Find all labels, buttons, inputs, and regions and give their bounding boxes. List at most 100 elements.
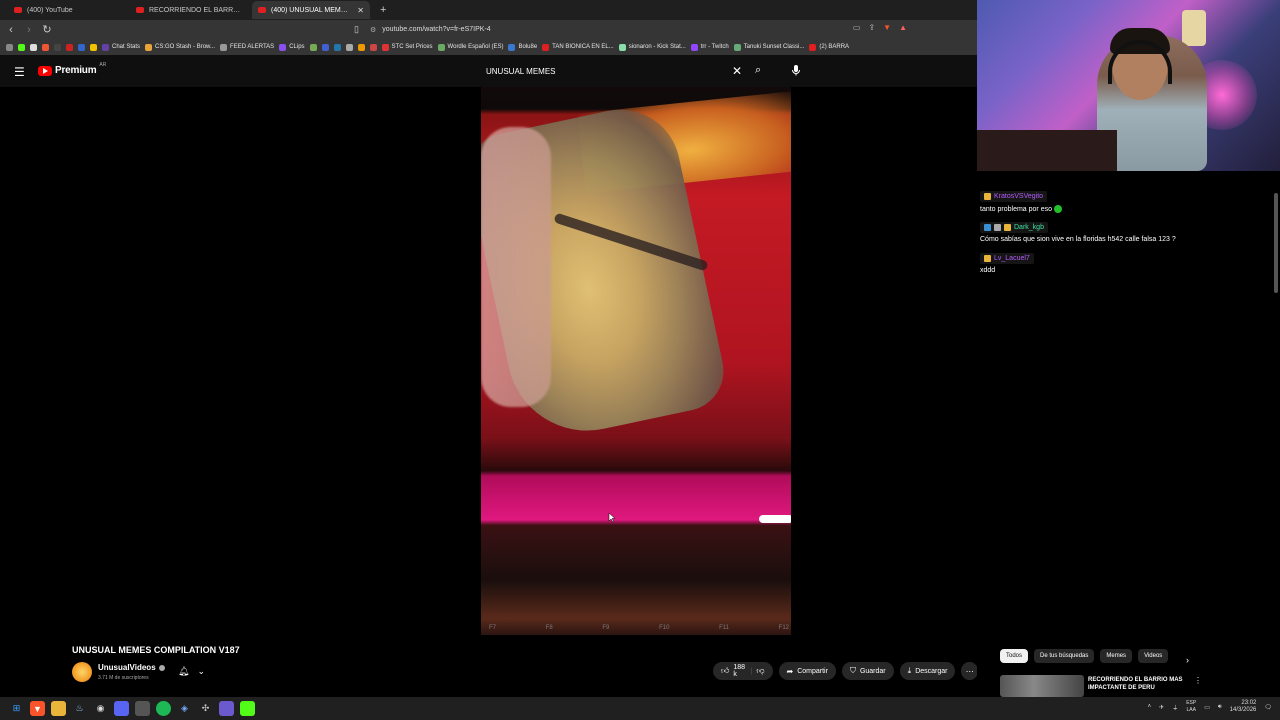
bookmark-tanuki-sunset[interactable]: Tanuki Sunset Classi... — [733, 43, 804, 51]
video-player[interactable]: F7 F8 F9 F10 F11 F12 — [0, 87, 977, 635]
obs-icon[interactable]: ◉ — [93, 701, 108, 716]
bookmark-tan-bionica[interactable]: TAN BIONICA EN EL... — [542, 43, 614, 51]
chat-scrollbar[interactable] — [1274, 173, 1278, 693]
thumbs-down-icon[interactable]: 👎︎ — [756, 666, 764, 676]
more-vertical-icon[interactable]: ⋮ — [1194, 676, 1202, 685]
file-explorer-icon[interactable] — [51, 701, 66, 716]
video-frame[interactable]: F7 F8 F9 F10 F11 F12 — [481, 87, 791, 635]
menu-icon[interactable]: ☰ — [14, 65, 25, 79]
windows-start-icon[interactable]: ⊞ — [9, 701, 24, 716]
share-icon[interactable]: ⇪ — [868, 23, 875, 32]
chip-videos[interactable]: Videos — [1138, 649, 1169, 663]
tray-app-icon[interactable]: ✈ — [1159, 704, 1164, 711]
tray-usb-icon[interactable]: ⏚ — [1172, 703, 1178, 712]
volume-icon[interactable]: 🔊︎ — [1218, 704, 1222, 711]
bookmark-favicon-icon[interactable] — [357, 43, 365, 51]
bookmark-favicon-icon[interactable] — [333, 43, 341, 51]
download-button[interactable]: ⤓ Descargar — [899, 662, 956, 680]
back-icon[interactable]: ‹ — [4, 24, 18, 36]
search-icon[interactable]: ⌕ — [755, 64, 761, 77]
brave-shields-icon[interactable]: ▼ — [883, 23, 891, 32]
share-button[interactable]: ➦ Compartir — [778, 662, 836, 680]
spotify-icon[interactable] — [156, 701, 171, 716]
recommended-title[interactable]: RECORRIENDO EL BARRIO MAS IMPACTANTE DE … — [1088, 676, 1188, 692]
mouse-cursor-icon — [608, 513, 616, 523]
close-tab-icon[interactable]: ✕ — [357, 6, 364, 15]
chip-memes[interactable]: Memes — [1100, 649, 1133, 663]
notification-icon[interactable]: 🗨︎ — [1264, 704, 1272, 711]
youtube-header: ☰ Premium AR ✕ ⌕ — [0, 55, 977, 87]
bookmark-favicon-icon[interactable] — [30, 43, 37, 51]
app-icon[interactable]: ◈ — [177, 701, 192, 716]
bookmark-icon[interactable]: ▯ — [354, 24, 359, 35]
brave-browser-icon[interactable]: ▼ — [30, 701, 45, 716]
chat-username[interactable]: Lv_Lacuel7 — [980, 253, 1034, 264]
thumbs-up-icon[interactable]: 👍︎ — [721, 666, 729, 676]
app-icon[interactable] — [135, 701, 150, 716]
discord-icon[interactable] — [114, 701, 129, 716]
bookmark-feed-alertas[interactable]: FEED ALERTAS — [220, 43, 274, 51]
microphone-icon[interactable] — [790, 64, 802, 76]
bookmark-favicon-icon[interactable] — [345, 43, 353, 51]
bookmark-favicon-icon[interactable] — [42, 43, 49, 51]
youtube-favicon-icon — [258, 7, 266, 13]
app-icon[interactable]: ✣ — [198, 701, 213, 716]
bell-icon: 🔔︎ — [178, 666, 190, 676]
channel-name[interactable]: UnusualVideos — [98, 663, 165, 672]
bookmark-favicon-icon[interactable] — [321, 43, 329, 51]
bookmark-twitch[interactable]: trr - Twitch — [690, 43, 729, 51]
bookmark-wordle[interactable]: Wordle Español (ES) — [437, 43, 503, 51]
language-indicator[interactable]: ESP LAA — [1186, 700, 1196, 714]
chat-username[interactable]: Dark_kgb — [980, 222, 1048, 233]
new-tab-icon[interactable]: + — [374, 4, 392, 16]
youtube-premium-logo[interactable]: Premium AR — [38, 62, 106, 76]
more-actions-icon[interactable]: ⋯ — [961, 662, 978, 680]
brave-rewards-icon[interactable]: ▲ — [899, 23, 907, 32]
cast-icon[interactable]: ▭ — [853, 23, 861, 32]
bookmark-favicon-icon[interactable] — [66, 43, 73, 51]
forward-icon[interactable]: › — [22, 24, 36, 36]
search-input[interactable] — [480, 61, 730, 81]
bookmark-favicon-icon[interactable] — [54, 43, 61, 51]
chat-username[interactable]: KratosVSVegito — [980, 191, 1048, 202]
bookmark-chat-stats[interactable]: Chat Stats — [102, 43, 140, 51]
bookmark-stc-set-prices[interactable]: STC Set Prices — [381, 43, 433, 51]
bookmark-barra[interactable]: (2) BARRA — [809, 43, 849, 51]
channel-avatar[interactable] — [72, 662, 92, 682]
stream-chat: KratosVSVegito tanto problema por eso Da… — [977, 171, 1280, 700]
bookmark-kick-stats[interactable]: sionaron - Kick Stat... — [618, 43, 686, 51]
bookmark-favicon-icon[interactable] — [369, 43, 377, 51]
scrollbar-thumb[interactable] — [1274, 193, 1278, 293]
chip-all[interactable]: Todos — [1000, 649, 1029, 663]
kick-icon[interactable] — [18, 43, 25, 51]
bookmark-favicon-icon[interactable] — [90, 43, 97, 51]
network-icon[interactable]: ▭ — [1204, 704, 1210, 711]
app-icon[interactable] — [219, 701, 234, 716]
kick-app-icon[interactable] — [240, 701, 255, 716]
sub-badge-icon — [984, 193, 991, 200]
apps-icon[interactable] — [6, 43, 13, 51]
chevron-right-icon[interactable]: › — [1186, 655, 1189, 665]
tab-youtube-home[interactable]: (400) YouTube — [8, 1, 126, 19]
address-bar[interactable]: ⚙ youtube.com/watch?v=fr-eS7IPK-4 — [370, 22, 900, 37]
feed-alertas-icon — [220, 43, 228, 51]
clock[interactable]: 23:02 14/3/2026 — [1230, 700, 1257, 714]
bookmark-csgo-stash[interactable]: CS:GO Stash - Brow... — [145, 43, 215, 51]
save-button[interactable]: ⛉ Guardar — [841, 662, 894, 680]
tray-chevron-icon[interactable]: ˄ — [1148, 704, 1152, 710]
bookmark-boludle[interactable]: Bolu8e — [508, 43, 537, 51]
chip-from-searches[interactable]: De tus búsquedas — [1034, 649, 1095, 663]
search-box: ✕ — [480, 60, 750, 82]
steam-icon[interactable]: ♨ — [72, 701, 87, 716]
bookmark-favicon-icon[interactable] — [78, 43, 85, 51]
subscription-bell-button[interactable]: 🔔︎ ⌄ — [178, 666, 205, 677]
tab-unusual-memes[interactable]: (400) UNUSUAL MEMES COMPIL ✕ — [252, 1, 370, 19]
recommended-thumbnail[interactable] — [1000, 675, 1084, 697]
reload-icon[interactable]: ↻ — [40, 23, 54, 36]
site-info-icon[interactable]: ⚙ — [370, 26, 376, 34]
tab-recorriendo[interactable]: RECORRIENDO EL BARRIO MAS IMP — [130, 1, 248, 19]
bookmark-favicon-icon[interactable] — [309, 43, 317, 51]
like-dislike-button[interactable]: 👍︎ 188 k | 👎︎ — [713, 662, 773, 680]
bookmark-clips[interactable]: CLips — [279, 43, 305, 51]
clear-search-icon[interactable]: ✕ — [732, 64, 742, 78]
